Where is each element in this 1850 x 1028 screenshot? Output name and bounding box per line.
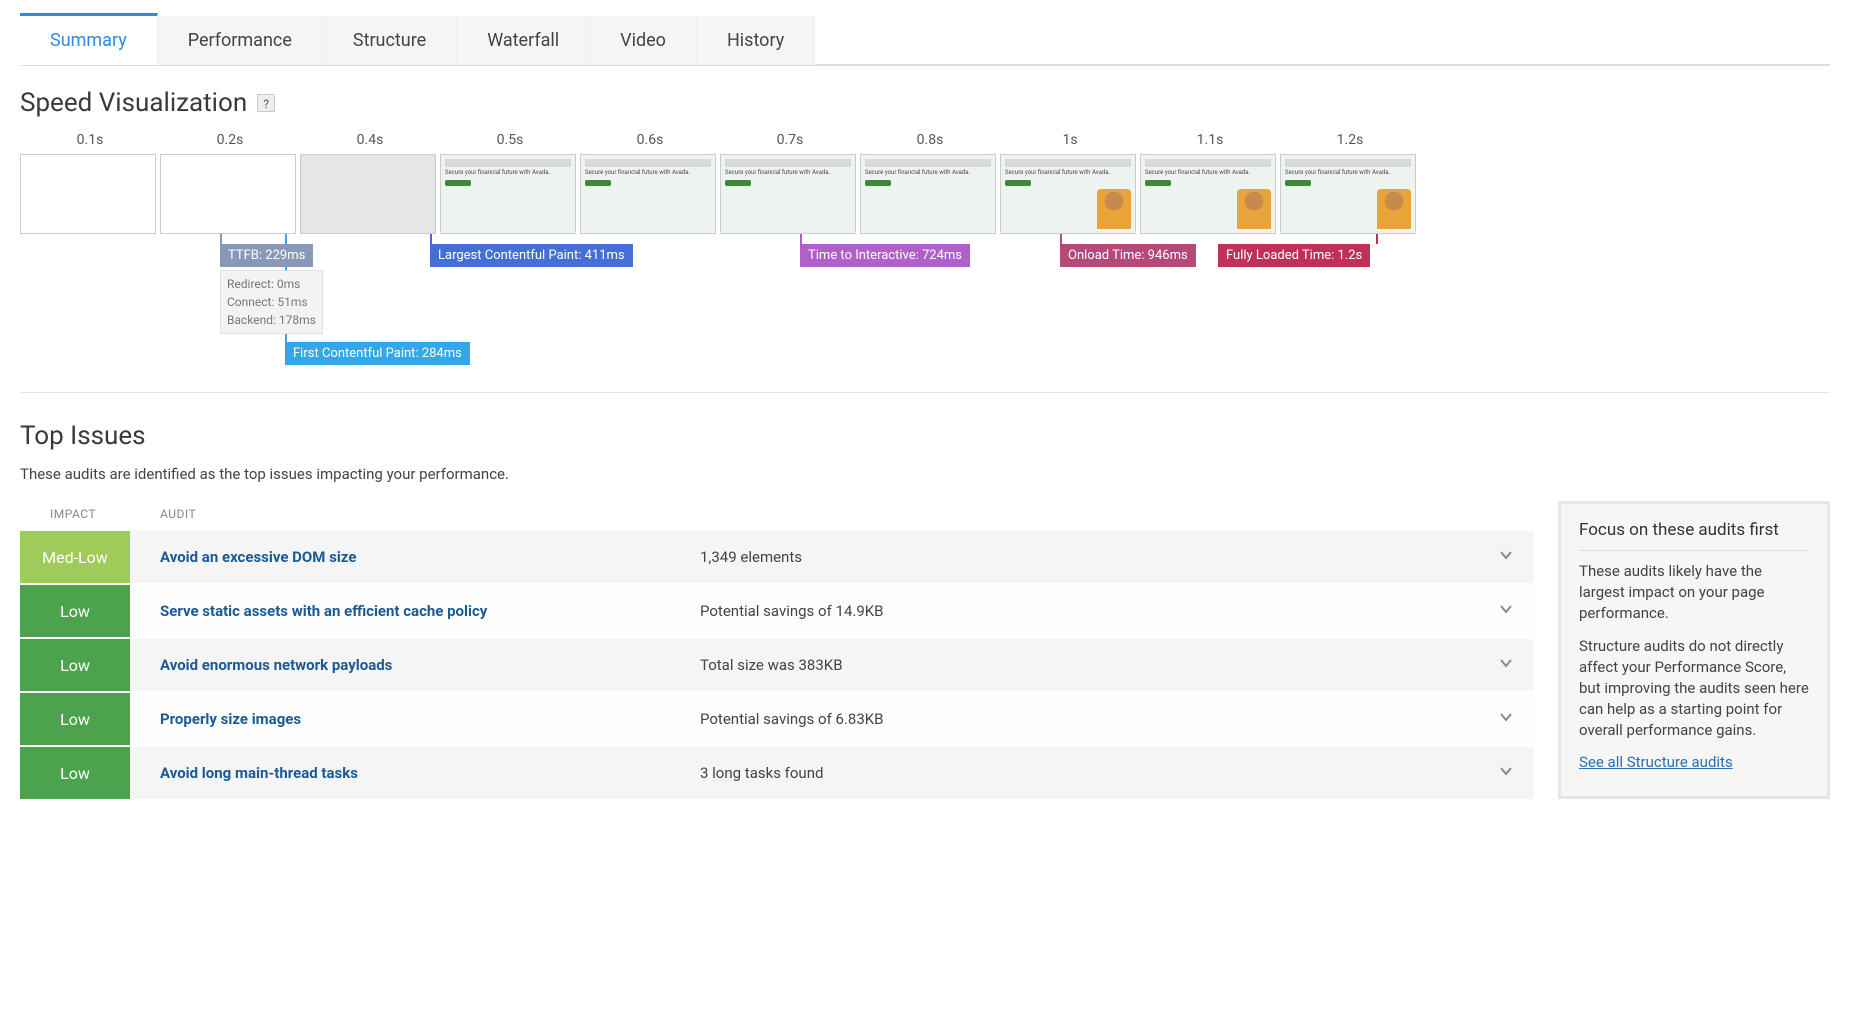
audit-name: Avoid long main-thread tasks <box>160 764 700 782</box>
audit-name: Avoid an excessive DOM size <box>160 548 700 566</box>
see-all-structure-audits-link[interactable]: See all Structure audits <box>1579 753 1733 771</box>
impact-badge: Low <box>20 639 130 691</box>
ttfb-backend: Backend: 178ms <box>227 311 316 329</box>
issues-table-head: IMPACT AUDIT <box>20 501 1534 529</box>
tab-structure[interactable]: Structure <box>323 16 457 65</box>
audit-row[interactable]: Serve static assets with an efficient ca… <box>130 585 1534 637</box>
top-issues-subtitle: These audits are identified as the top i… <box>20 465 1830 483</box>
filmstrip-frame[interactable]: Secure your financial future with Avada. <box>720 154 856 234</box>
impact-badge: Low <box>20 585 130 637</box>
issue-row: Low Serve static assets with an efficient… <box>20 583 1534 637</box>
audit-detail: 3 long tasks found <box>700 764 1492 782</box>
issue-row: LowAvoid enormous network payloadsTotal … <box>20 637 1534 691</box>
col-impact: IMPACT <box>20 507 130 521</box>
marker-tti[interactable]: Time to Interactive: 724ms <box>800 244 970 267</box>
time-label: 0.4s <box>300 132 440 148</box>
chevron-down-icon[interactable] <box>1492 655 1520 675</box>
time-label: 0.5s <box>440 132 580 148</box>
tab-waterfall[interactable]: Waterfall <box>457 16 590 65</box>
section-heading: Top Issues <box>20 421 146 451</box>
filmstrip-frame[interactable] <box>20 154 156 234</box>
tab-performance[interactable]: Performance <box>158 16 323 65</box>
speed-markers: TTFB: 229ms Redirect: 0ms Connect: 51ms … <box>20 244 1830 364</box>
impact-badge: Med-Low <box>20 531 130 583</box>
speed-vis-title: Speed Visualization ? <box>20 88 1830 118</box>
audit-detail: Total size was 383KB <box>700 656 1492 674</box>
issue-row: LowAvoid long main-thread tasks3 long ta… <box>20 745 1534 799</box>
time-label: 0.6s <box>580 132 720 148</box>
impact-badge: Low <box>20 747 130 799</box>
tab-video[interactable]: Video <box>590 16 697 65</box>
marker-fcp[interactable]: First Contentful Paint: 284ms <box>285 342 470 365</box>
filmstrip-frame[interactable] <box>160 154 296 234</box>
chevron-down-icon[interactable] <box>1492 763 1520 783</box>
audit-detail: Potential savings of 14.9KB <box>700 602 1492 620</box>
time-label: 0.2s <box>160 132 300 148</box>
time-label: 0.8s <box>860 132 1000 148</box>
col-audit: AUDIT <box>130 507 196 521</box>
time-label: 1s <box>1000 132 1140 148</box>
issue-row: LowProperly size imagesPotential savings… <box>20 691 1534 745</box>
audit-detail: 1,349 elements <box>700 548 1492 566</box>
time-label: 0.7s <box>720 132 860 148</box>
filmstrip-frame[interactable]: Secure your financial future with Avada. <box>860 154 996 234</box>
ttfb-connect: Connect: 51ms <box>227 293 316 311</box>
audit-row[interactable]: Avoid enormous network payloadsTotal siz… <box>130 639 1534 691</box>
audit-row[interactable]: Properly size imagesPotential savings of… <box>130 693 1534 745</box>
marker-fully[interactable]: Fully Loaded Time: 1.2s <box>1218 244 1370 267</box>
filmstrip-frame[interactable]: Secure your financial future with Avada. <box>440 154 576 234</box>
tab-summary[interactable]: Summary <box>20 13 158 65</box>
audit-name: Avoid enormous network payloads <box>160 656 700 674</box>
audit-name: Serve static assets with an efficient ca… <box>160 602 700 620</box>
filmstrip-frame[interactable]: Secure your financial future with Avada. <box>1140 154 1276 234</box>
audit-row[interactable]: Avoid an excessive DOM size1,349 element… <box>130 531 1534 583</box>
ttfb-redirect: Redirect: 0ms <box>227 275 316 293</box>
time-label: 1.2s <box>1280 132 1420 148</box>
ttfb-breakdown: Redirect: 0ms Connect: 51ms Backend: 178… <box>220 270 323 334</box>
time-label: 0.1s <box>20 132 160 148</box>
issues-table: IMPACT AUDIT Med-LowAvoid an excessive D… <box>20 501 1534 799</box>
report-tabs: Summary Performance Structure Waterfall … <box>20 16 1830 66</box>
tab-history[interactable]: History <box>697 16 815 65</box>
issue-row: Med-LowAvoid an excessive DOM size1,349 … <box>20 529 1534 583</box>
filmstrip-frame[interactable]: Secure your financial future with Avada. <box>1000 154 1136 234</box>
time-label: 1.1s <box>1140 132 1280 148</box>
chevron-down-icon[interactable] <box>1492 601 1520 621</box>
audit-row[interactable]: Avoid long main-thread tasks3 long tasks… <box>130 747 1534 799</box>
top-issues-title: Top Issues <box>20 421 1830 451</box>
aside-p1: These audits likely have the largest imp… <box>1579 561 1809 624</box>
chevron-down-icon[interactable] <box>1492 547 1520 567</box>
section-heading: Speed Visualization <box>20 88 247 118</box>
filmstrip-frame[interactable]: Secure your financial future with Avada. <box>1280 154 1416 234</box>
marker-lcp[interactable]: Largest Contentful Paint: 411ms <box>430 244 633 267</box>
filmstrip: Secure your financial future with Avada.… <box>20 154 1830 234</box>
aside-heading: Focus on these audits first <box>1579 520 1809 551</box>
aside-p2: Structure audits do not directly affect … <box>1579 636 1809 741</box>
focus-aside: Focus on these audits first These audits… <box>1558 501 1830 799</box>
filmstrip-frame[interactable]: Secure your financial future with Avada. <box>580 154 716 234</box>
chevron-down-icon[interactable] <box>1492 709 1520 729</box>
filmstrip-frame[interactable] <box>300 154 436 234</box>
audit-detail: Potential savings of 6.83KB <box>700 710 1492 728</box>
impact-badge: Low <box>20 693 130 745</box>
marker-onload[interactable]: Onload Time: 946ms <box>1060 244 1196 267</box>
marker-ttfb[interactable]: TTFB: 229ms <box>220 244 313 267</box>
help-icon[interactable]: ? <box>257 94 275 112</box>
audit-name: Properly size images <box>160 710 700 728</box>
timeline-labels: 0.1s 0.2s 0.4s 0.5s 0.6s 0.7s 0.8s 1s 1.… <box>20 132 1420 148</box>
